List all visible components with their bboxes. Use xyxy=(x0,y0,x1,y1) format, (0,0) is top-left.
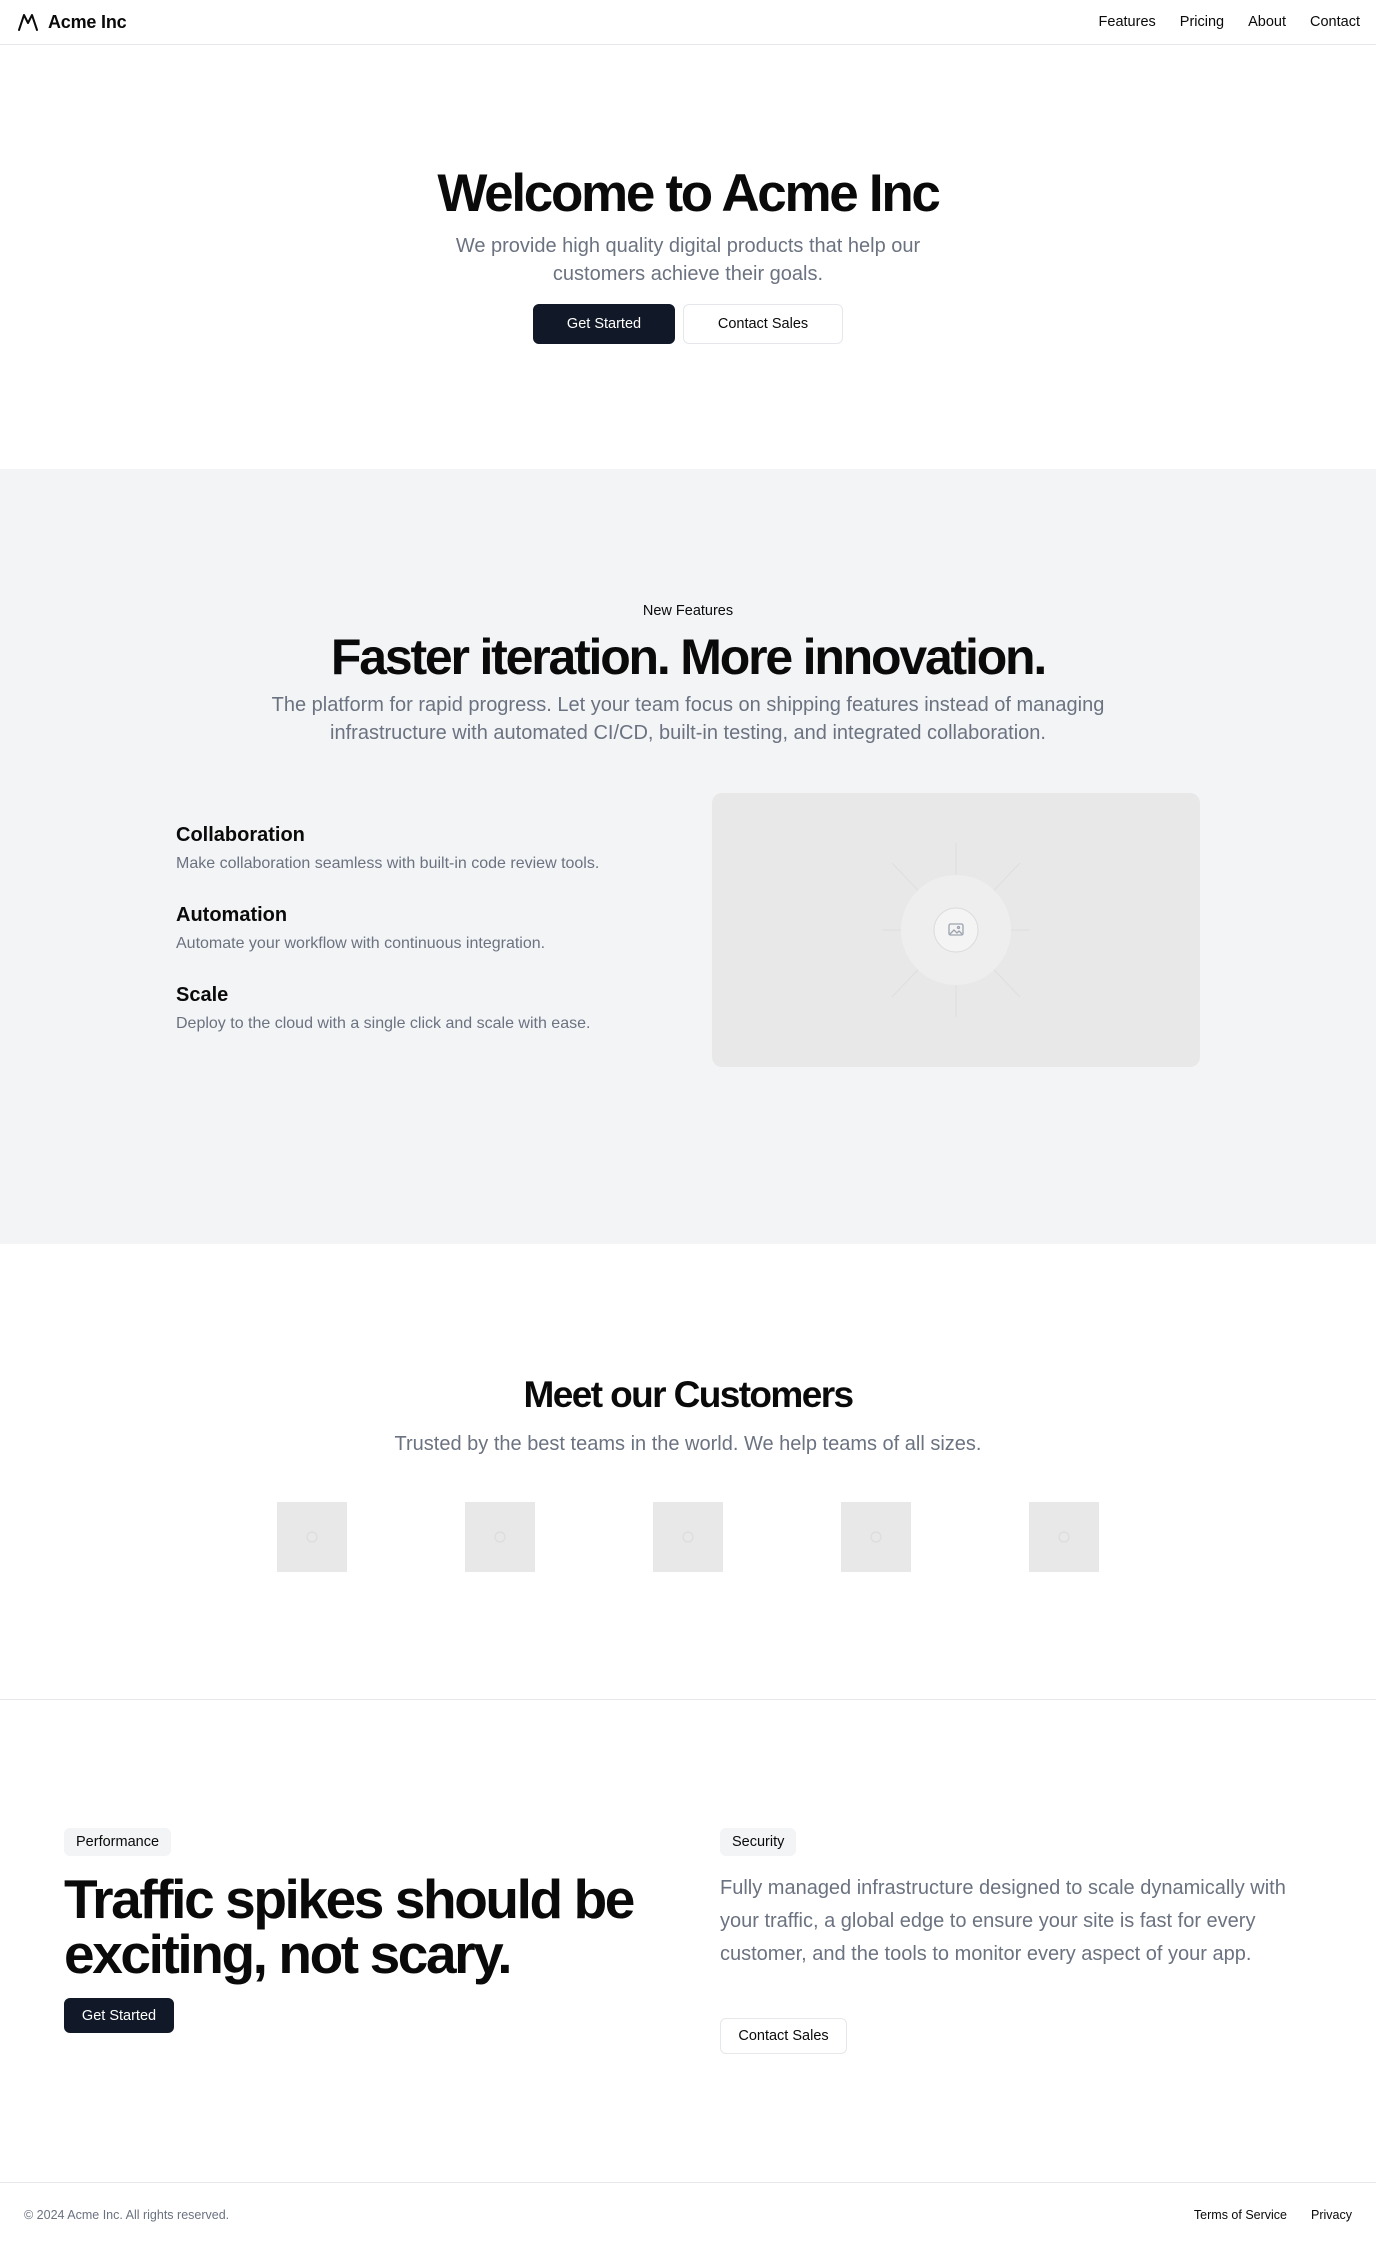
logo-placeholder-icon xyxy=(870,1531,882,1543)
feature-item-collaboration: Collaboration Make collaboration seamles… xyxy=(176,822,656,902)
site-footer: © 2024 Acme Inc. All rights reserved. Te… xyxy=(0,2182,1376,2247)
logo-placeholder-icon xyxy=(1058,1531,1070,1543)
feature-item-scale: Scale Deploy to the cloud with a single … xyxy=(176,982,656,1062)
main-nav: Features Pricing About Contact xyxy=(1099,14,1360,30)
contact-sales-button-secondary[interactable]: Contact Sales xyxy=(720,2018,847,2054)
get-started-button-secondary[interactable]: Get Started xyxy=(64,1998,174,2033)
performance-section: Performance Traffic spikes should be exc… xyxy=(0,1700,1376,2182)
feature-description: Automate your workflow with continuous i… xyxy=(176,935,546,952)
security-badge: Security xyxy=(720,1828,797,1856)
performance-title: Traffic spikes should be exciting, not s… xyxy=(64,1868,635,1985)
customer-logo xyxy=(653,1502,723,1572)
footer-link-terms[interactable]: Terms of Service xyxy=(1194,2208,1287,2222)
feature-description: Make collaboration seamless with built-i… xyxy=(176,855,600,872)
nav-link-about[interactable]: About xyxy=(1248,14,1286,30)
customers-title: Meet our Customers xyxy=(523,1374,855,1415)
customer-logos xyxy=(277,1502,1099,1572)
logo-placeholder-icon xyxy=(682,1531,694,1543)
features-section: New Features Faster iteration. More inno… xyxy=(0,469,1376,1244)
feature-title: Scale xyxy=(176,984,229,1006)
brand-link[interactable]: Acme Inc xyxy=(16,10,127,34)
hero-section: Welcome to Acme Inc We provide high qual… xyxy=(0,45,1376,469)
customers-section: Meet our Customers Trusted by the best t… xyxy=(0,1244,1376,1700)
customers-subtitle: Trusted by the best teams in the world. … xyxy=(394,1433,982,1455)
nav-link-features[interactable]: Features xyxy=(1099,14,1156,30)
feature-title: Automation xyxy=(176,904,288,926)
hero-title: Welcome to Acme Inc xyxy=(437,164,940,223)
customer-logo xyxy=(277,1502,347,1572)
nav-link-contact[interactable]: Contact xyxy=(1310,14,1360,30)
hero-subtitle: We provide high quality digital products… xyxy=(455,235,921,285)
contact-sales-button[interactable]: Contact Sales xyxy=(683,304,843,344)
customer-logo xyxy=(1029,1502,1099,1572)
footer-nav: Terms of Service Privacy xyxy=(1194,2208,1352,2222)
copyright-text: © 2024 Acme Inc. All rights reserved. xyxy=(24,2208,230,2222)
customer-logo xyxy=(841,1502,911,1572)
site-header: Acme Inc Features Pricing About Contact xyxy=(0,0,1376,45)
feature-item-automation: Automation Automate your workflow with c… xyxy=(176,902,656,982)
features-title: Faster iteration. More innovation. xyxy=(330,629,1047,685)
features-subtitle: The platform for rapid progress. Let you… xyxy=(271,694,1105,744)
mountain-logo-icon xyxy=(18,14,38,31)
features-eyebrow: New Features xyxy=(642,603,734,619)
nav-link-pricing[interactable]: Pricing xyxy=(1180,14,1224,30)
brand-name: Acme Inc xyxy=(48,11,127,32)
logo-placeholder-icon xyxy=(494,1531,506,1543)
image-placeholder-icon xyxy=(882,843,1030,1017)
hero-actions: Get Started Contact Sales xyxy=(533,304,843,344)
feature-list: Collaboration Make collaboration seamles… xyxy=(176,822,656,1062)
security-description: Fully managed infrastructure designed to… xyxy=(720,1877,1286,1965)
performance-badge: Performance xyxy=(64,1828,172,1856)
footer-link-privacy[interactable]: Privacy xyxy=(1311,2208,1352,2222)
feature-image-placeholder xyxy=(712,793,1200,1067)
logo-placeholder-icon xyxy=(306,1531,318,1543)
feature-description: Deploy to the cloud with a single click … xyxy=(176,1015,591,1032)
get-started-button[interactable]: Get Started xyxy=(533,304,675,344)
customer-logo xyxy=(465,1502,535,1572)
feature-title: Collaboration xyxy=(176,824,305,846)
